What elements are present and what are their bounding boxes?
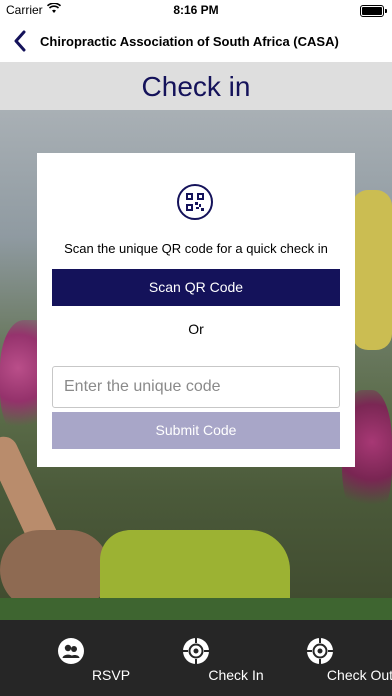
tab-check-out[interactable]: Check Out <box>280 620 392 696</box>
scan-instruction: Scan the unique QR code for a quick chec… <box>64 241 328 256</box>
page-title: Check in <box>141 71 251 102</box>
qr-code-icon <box>177 184 213 220</box>
tab-bar: RSVP Check In Check Out <box>0 620 392 696</box>
battery-icon <box>360 5 387 17</box>
checkin-card: Scan the unique QR code for a quick chec… <box>37 153 355 467</box>
unique-code-input[interactable] <box>52 366 340 408</box>
status-bar: Carrier 8:16 PM <box>0 0 392 22</box>
or-separator: Or <box>188 321 204 337</box>
tab-label: Check In <box>208 667 264 683</box>
scan-qr-button[interactable]: Scan QR Code <box>52 269 340 306</box>
tab-label: Check Out <box>326 667 392 683</box>
clock: 8:16 PM <box>173 3 219 17</box>
submit-code-button[interactable]: Submit Code <box>52 412 340 449</box>
crosshair-icon <box>307 638 333 664</box>
people-icon <box>58 638 84 664</box>
crosshair-icon <box>183 638 209 664</box>
tab-rsvp[interactable]: RSVP <box>31 620 130 696</box>
tab-label: RSVP <box>91 667 131 683</box>
tab-check-in[interactable]: Check In <box>156 620 264 696</box>
page-header: Check in <box>0 62 392 110</box>
navigation-bar: Chiropractic Association of South Africa… <box>0 22 392 63</box>
nav-title: Chiropractic Association of South Africa… <box>40 34 339 49</box>
chevron-left-icon[interactable] <box>6 26 34 56</box>
